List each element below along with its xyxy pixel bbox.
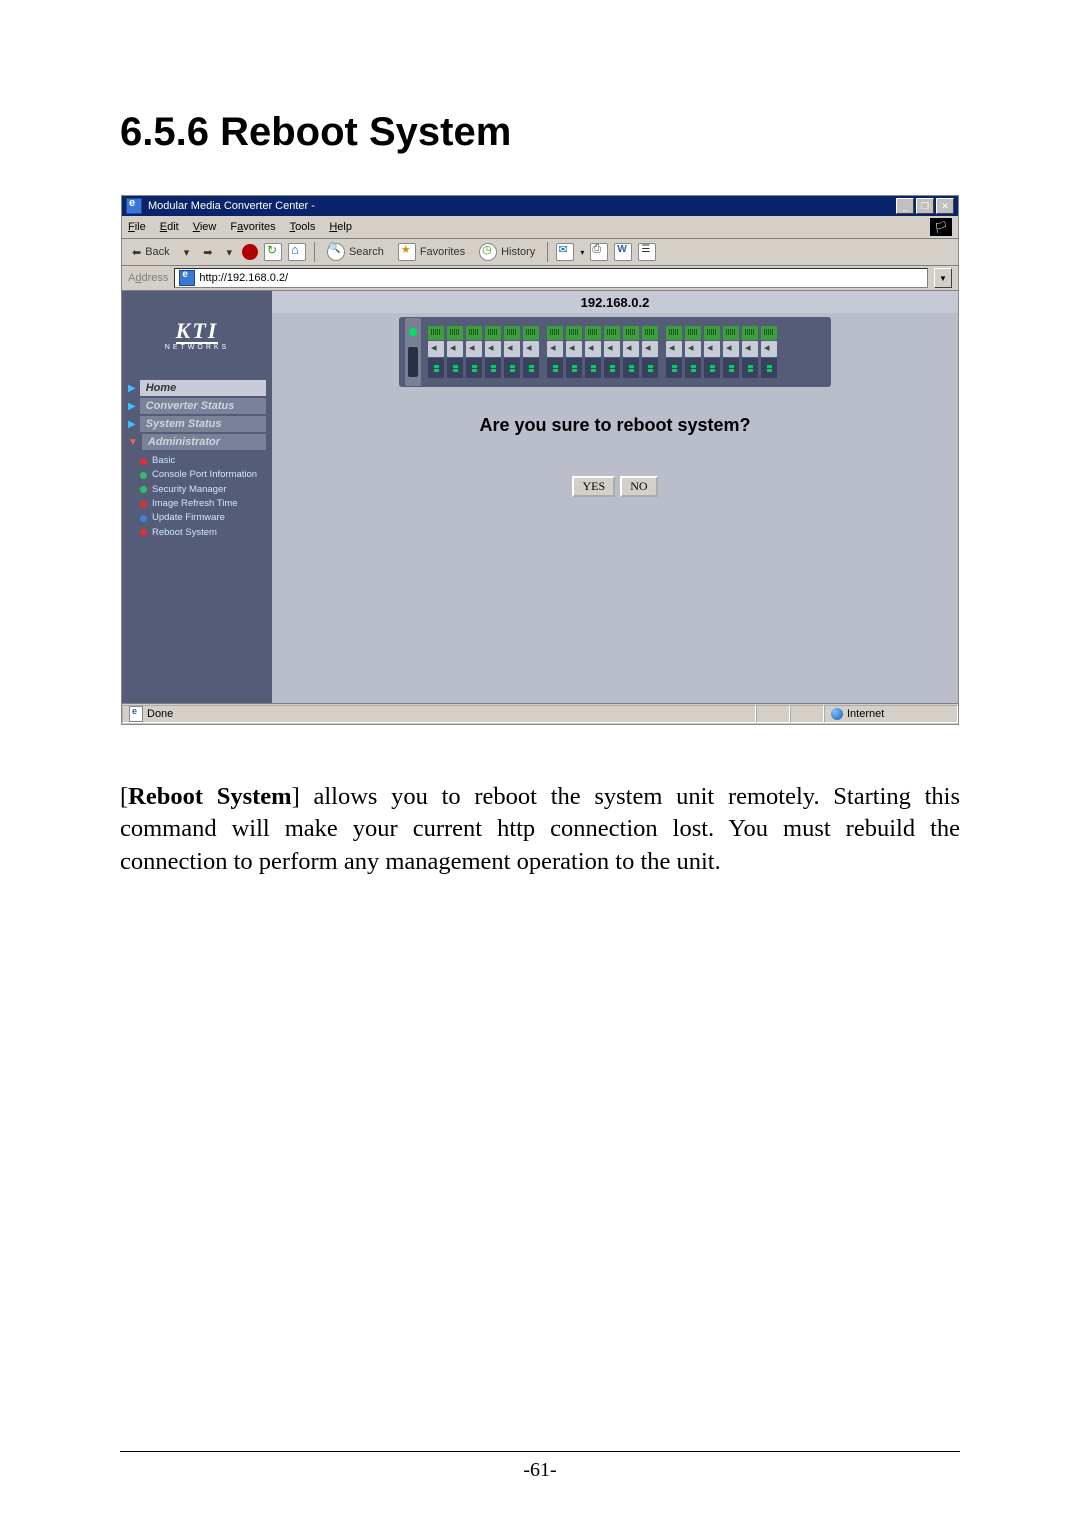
brand-logo: KTI NETWORKS [122,291,272,379]
print-icon[interactable] [590,243,608,261]
body-paragraph: [Reboot System] allows you to reboot the… [120,781,960,878]
page-status-icon [129,706,143,722]
menu-favorites[interactable]: Favorites [230,221,275,233]
rack-slot[interactable] [427,326,445,378]
dropdown-icon[interactable]: ▾ [222,244,236,261]
rack-slot[interactable] [684,326,702,378]
menu-bar: File Edit View Favorites Tools Help 🏳 [122,216,958,239]
menu-file[interactable]: File [128,221,146,233]
internet-zone-icon [831,708,843,720]
forward-button[interactable]: ➡ [199,244,216,261]
rack-slot[interactable] [641,326,659,378]
address-input[interactable]: http://192.168.0.2/ [174,268,928,288]
rack-slot[interactable] [546,326,564,378]
rack-slot[interactable] [703,326,721,378]
discuss-icon[interactable] [638,243,656,261]
nav-home[interactable]: ▶Home [122,379,272,397]
menu-edit[interactable]: Edit [160,221,179,233]
menu-help[interactable]: Help [329,221,352,233]
footer-rule [120,1451,960,1452]
address-label: Address [128,272,168,284]
nav-administrator[interactable]: ▼Administrator [122,433,272,451]
page-icon [179,270,195,286]
toolbar-divider [314,242,315,262]
rack-slot[interactable] [522,326,540,378]
subnav-image-refresh[interactable]: Image Refresh Time [140,498,272,510]
rack-slot[interactable] [484,326,502,378]
rack-slot[interactable] [722,326,740,378]
edit-icon[interactable] [614,243,632,261]
menu-tools[interactable]: Tools [290,221,316,233]
status-bar: Done Internet [122,703,958,724]
refresh-icon[interactable] [264,243,282,261]
rack-slot[interactable] [603,326,621,378]
main-pane: 192.168.0.2 Are you sure to reboot syste… [272,291,958,703]
ie-icon [126,198,142,214]
rack-slot[interactable] [665,326,683,378]
rack-slot[interactable] [760,326,778,378]
rack-slot[interactable] [741,326,759,378]
sidebar: KTI NETWORKS ▶Home ▶Converter Status ▶Sy… [122,291,272,703]
status-pane [790,705,824,723]
favorites-button[interactable]: Favorites [394,241,469,263]
subnav-console-port[interactable]: Console Port Information [140,469,272,481]
nav-system-status[interactable]: ▶System Status [122,415,272,433]
rack-slot[interactable] [565,326,583,378]
device-ip: 192.168.0.2 [272,291,958,313]
status-pane [756,705,790,723]
mail-icon[interactable] [556,243,574,261]
rack-slot[interactable] [465,326,483,378]
rack-slot[interactable] [503,326,521,378]
menu-view[interactable]: View [193,221,217,233]
search-button[interactable]: Search [323,241,388,263]
minimize-button[interactable]: _ [896,198,914,214]
toolbar: ⬅ Back ▾ ➡ ▾ Search Favorites History ▾ [122,239,958,266]
back-button[interactable]: ⬅ Back [128,244,174,261]
device-diagram [272,317,958,387]
status-text: Done [147,708,173,720]
window-titlebar: Modular Media Converter Center - _ ❐ ✕ [122,196,958,216]
rack-slot[interactable] [584,326,602,378]
address-dropdown-icon[interactable]: ▼ [934,268,952,288]
history-button[interactable]: History [475,241,539,263]
address-bar: Address http://192.168.0.2/ ▼ [122,266,958,291]
dropdown-icon[interactable]: ▾ [180,244,194,261]
nav-converter-status[interactable]: ▶Converter Status [122,397,272,415]
rack-slot[interactable] [446,326,464,378]
zone-label: Internet [847,708,884,720]
page-number: -61- [0,1459,1080,1482]
close-button[interactable]: ✕ [936,198,954,214]
rack-slot[interactable] [622,326,640,378]
subnav-update-firmware[interactable]: Update Firmware [140,512,272,524]
maximize-button[interactable]: ❐ [916,198,934,214]
subnav-basic[interactable]: Basic [140,455,272,467]
subnav-security-manager[interactable]: Security Manager [140,484,272,496]
section-heading: 6.5.6 Reboot System [120,110,960,155]
browser-window: Modular Media Converter Center - _ ❐ ✕ F… [121,195,959,725]
no-button[interactable]: NO [620,476,657,497]
reboot-prompt: Are you sure to reboot system? [272,415,958,436]
rack-mgmt-module [405,318,421,386]
ie-throbber-icon: 🏳 [930,218,952,236]
toolbar-divider [547,242,548,262]
yes-button[interactable]: YES [572,476,615,497]
window-title: Modular Media Converter Center - [148,200,896,212]
home-icon[interactable] [288,243,306,261]
stop-icon[interactable] [242,244,258,260]
subnav-reboot-system[interactable]: Reboot System [140,527,272,539]
